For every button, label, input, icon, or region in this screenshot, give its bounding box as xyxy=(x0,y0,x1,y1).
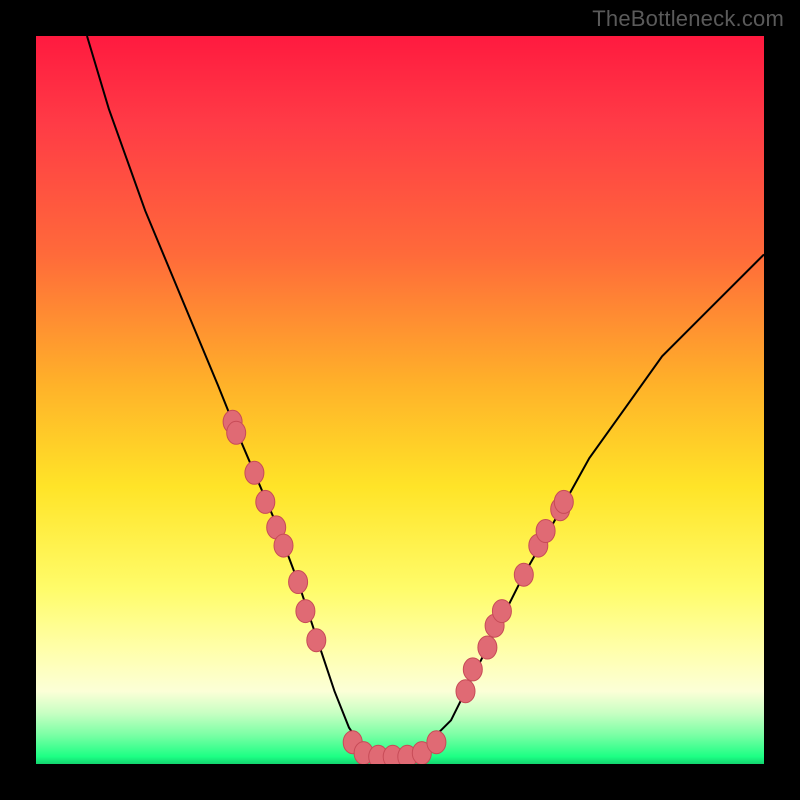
curve-marker xyxy=(554,490,573,513)
curve-marker xyxy=(296,600,315,623)
plot-area xyxy=(36,36,764,764)
bottleneck-curve xyxy=(87,36,764,757)
curve-marker xyxy=(463,658,482,681)
curve-marker xyxy=(492,600,511,623)
curve-marker xyxy=(478,636,497,659)
curve-marker xyxy=(227,421,246,444)
curve-marker xyxy=(536,520,555,543)
curve-marker xyxy=(256,490,275,513)
curve-marker xyxy=(456,680,475,703)
curve-marker xyxy=(427,731,446,754)
watermark-text: TheBottleneck.com xyxy=(592,6,784,32)
curve-marker xyxy=(274,534,293,557)
chart-frame: TheBottleneck.com xyxy=(0,0,800,800)
curve-markers xyxy=(223,410,573,764)
curve-marker xyxy=(289,571,308,594)
curve-marker xyxy=(514,563,533,586)
curve-marker xyxy=(245,461,264,484)
chart-svg xyxy=(36,36,764,764)
curve-marker xyxy=(307,629,326,652)
